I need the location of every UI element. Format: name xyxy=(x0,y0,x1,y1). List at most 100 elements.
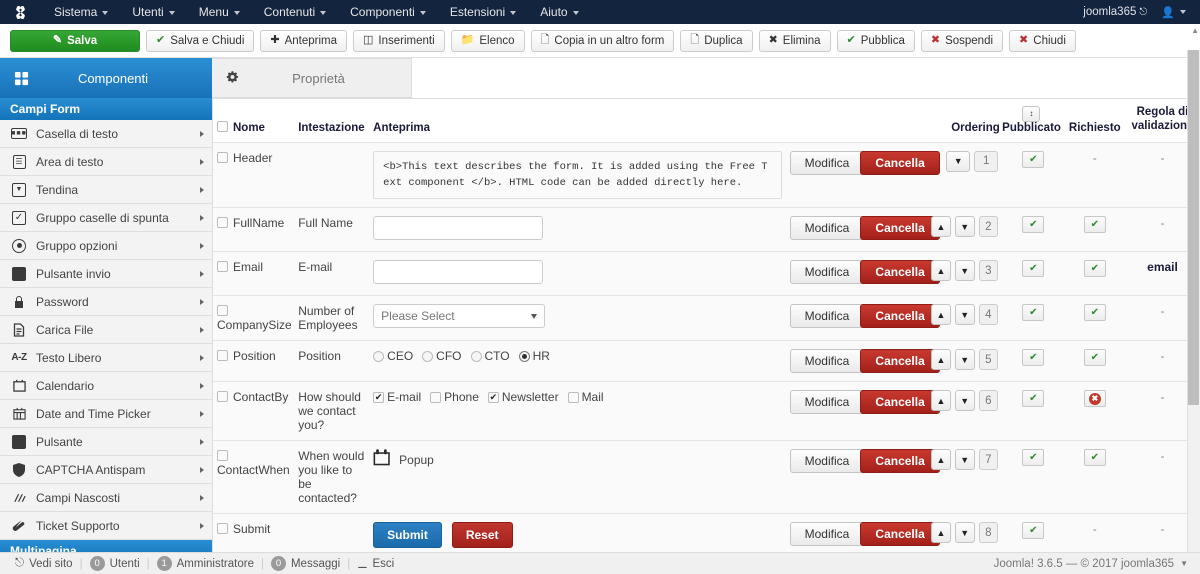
delete-button[interactable]: Cancella xyxy=(860,304,940,329)
publish-button[interactable]: ✔ Pubblica xyxy=(836,29,915,52)
save-and-close-button[interactable]: ✔ Salva e Chiudi xyxy=(146,29,255,52)
edit-button[interactable]: Modifica xyxy=(789,216,865,241)
published-toggle[interactable]: ✔ xyxy=(1022,349,1045,367)
tab-proprieta[interactable]: Proprietà xyxy=(212,58,412,98)
submissions-button[interactable]: ◫ Inserimenti xyxy=(353,29,445,52)
required-toggle[interactable]: ✔ xyxy=(1083,260,1106,278)
row-checkbox[interactable] xyxy=(217,151,228,163)
move-down-button[interactable]: ▼ xyxy=(954,260,975,282)
chevron-down-icon[interactable]: ▼ xyxy=(1180,559,1188,568)
sidebar-item-gruppo-opzioni[interactable]: Gruppo opzioni xyxy=(0,232,212,260)
edit-button[interactable]: Modifica xyxy=(789,304,865,329)
row-checkbox[interactable] xyxy=(217,450,228,462)
delete-button[interactable]: Cancella xyxy=(860,349,940,374)
sidebar-item-calendario[interactable]: Calendario xyxy=(0,372,212,400)
form-submit-button[interactable]: Submit xyxy=(373,522,442,549)
sidebar-item-pulsante[interactable]: Pulsante xyxy=(0,428,212,456)
delete-button[interactable]: Cancella xyxy=(860,522,940,547)
edit-button[interactable]: Modifica xyxy=(789,150,865,175)
required-toggle[interactable]: ✔ xyxy=(1083,449,1106,467)
radio-cfo[interactable] xyxy=(422,350,434,362)
admins-link[interactable]: 1 Amministratore xyxy=(150,556,261,571)
preview-button[interactable]: ✚ Anteprima xyxy=(260,29,348,52)
preview-select[interactable]: Please Select xyxy=(373,304,546,329)
checkbox-email[interactable] xyxy=(373,391,385,403)
sidebar-item-password[interactable]: Password xyxy=(0,288,212,316)
move-up-button[interactable]: ▲ xyxy=(931,522,951,544)
sidebar-item-ticket-supporto[interactable]: Ticket Supporto xyxy=(0,512,212,540)
nav-item-aiuto[interactable]: Aiuto xyxy=(528,0,590,24)
radio-hr[interactable] xyxy=(518,350,530,362)
preview-code[interactable]: <b>This text describes the form. It is a… xyxy=(373,150,782,200)
move-down-button[interactable]: ▼ xyxy=(954,390,975,412)
scrollbar-thumb[interactable] xyxy=(1188,50,1199,405)
edit-button[interactable]: Modifica xyxy=(789,349,865,374)
view-site-link[interactable]: ⎋ Vedi sito xyxy=(8,557,80,570)
published-toggle[interactable]: ✔ xyxy=(1022,150,1045,168)
preview-text-input[interactable] xyxy=(373,216,544,241)
sidebar-item-testo-libero[interactable]: A-Z Testo Libero xyxy=(0,344,212,372)
published-toggle[interactable]: ✔ xyxy=(1022,260,1045,278)
row-checkbox[interactable] xyxy=(217,261,228,273)
move-up-button[interactable]: ▲ xyxy=(931,390,951,412)
sidebar-item-casella-di-testo[interactable]: ■■■ Casella di testo xyxy=(0,120,212,148)
row-checkbox[interactable] xyxy=(217,391,228,403)
move-up-button[interactable]: ▲ xyxy=(931,449,951,471)
duplicate-button[interactable]: 🗋 Duplica xyxy=(680,29,753,52)
calendar-icon[interactable] xyxy=(373,449,391,470)
joomla-logo-icon[interactable] xyxy=(12,4,28,20)
sidebar-item-date-and-time-picker[interactable]: Date and Time Picker xyxy=(0,400,212,428)
delete-button[interactable]: Cancella xyxy=(860,260,940,285)
logout-link[interactable]: ⚊ Esci xyxy=(350,557,401,571)
move-down-button[interactable]: ▼ xyxy=(954,349,975,371)
edit-button[interactable]: Modifica xyxy=(789,449,865,474)
close-button[interactable]: ✖ Chiudi xyxy=(1009,29,1076,52)
delete-button[interactable]: Cancella xyxy=(860,449,940,474)
sidebar-item-captcha-antispam[interactable]: CAPTCHA Antispam xyxy=(0,456,212,484)
move-down-button[interactable]: ▼ xyxy=(954,216,975,238)
required-toggle[interactable]: ✔ xyxy=(1083,304,1106,322)
move-down-button[interactable]: ▼ xyxy=(954,522,975,544)
move-up-button[interactable]: ▲ xyxy=(931,304,951,326)
edit-button[interactable]: Modifica xyxy=(789,260,865,285)
sidebar-item-campi-nascosti[interactable]: Campi Nascosti xyxy=(0,484,212,512)
required-toggle[interactable]: ✔ xyxy=(1083,216,1106,234)
edit-button[interactable]: Modifica xyxy=(789,522,865,547)
row-checkbox[interactable] xyxy=(217,350,228,362)
move-down-button[interactable]: ▼ xyxy=(954,449,975,471)
published-toggle[interactable]: ✔ xyxy=(1022,390,1045,408)
nav-item-menu[interactable]: Menu xyxy=(187,0,252,24)
checkbox-phone[interactable] xyxy=(430,391,442,403)
nav-item-utenti[interactable]: Utenti xyxy=(120,0,186,24)
scroll-up-arrow-icon[interactable]: ▲ xyxy=(1191,26,1199,35)
edit-button[interactable]: Modifica xyxy=(789,390,865,415)
copy-to-form-button[interactable]: 🗋 Copia in un altro form xyxy=(530,29,675,52)
required-toggle[interactable]: ✔ xyxy=(1083,349,1106,367)
row-checkbox[interactable] xyxy=(217,305,228,317)
nav-item-sistema[interactable]: Sistema xyxy=(42,0,120,24)
published-toggle[interactable]: ✔ xyxy=(1022,449,1045,467)
move-up-button[interactable]: ▲ xyxy=(931,349,951,371)
delete-button[interactable]: Cancella xyxy=(860,390,940,415)
row-checkbox[interactable] xyxy=(217,217,228,229)
sidebar-item-carica-file[interactable]: Carica File xyxy=(0,316,212,344)
radio-ceo[interactable] xyxy=(373,350,385,362)
preview-text-input[interactable] xyxy=(373,260,544,285)
move-up-button[interactable]: ▲ xyxy=(931,260,951,282)
nav-item-estensioni[interactable]: Estensioni xyxy=(438,0,528,24)
published-toggle[interactable]: ✔ xyxy=(1022,304,1045,322)
nav-item-componenti[interactable]: Componenti xyxy=(338,0,438,24)
move-up-button[interactable]: ▲ xyxy=(931,216,951,238)
published-toggle[interactable]: ✔ xyxy=(1022,522,1045,540)
delete-button[interactable]: Cancella xyxy=(860,150,940,175)
row-checkbox[interactable] xyxy=(217,523,228,535)
sidebar-item-tendina[interactable]: ▼ Tendina xyxy=(0,176,212,204)
unpublish-button[interactable]: ✖ Sospendi xyxy=(920,29,1004,52)
user-menu[interactable]: 👤 xyxy=(1153,6,1194,19)
published-toggle[interactable]: ✔ xyxy=(1022,216,1045,234)
radio-cto[interactable] xyxy=(470,350,482,362)
select-all-checkbox[interactable] xyxy=(217,120,228,132)
checkbox-newsletter[interactable] xyxy=(487,391,499,403)
delete-button[interactable]: Cancella xyxy=(860,216,940,241)
sidebar-item-pulsante-invio[interactable]: Pulsante invio xyxy=(0,260,212,288)
